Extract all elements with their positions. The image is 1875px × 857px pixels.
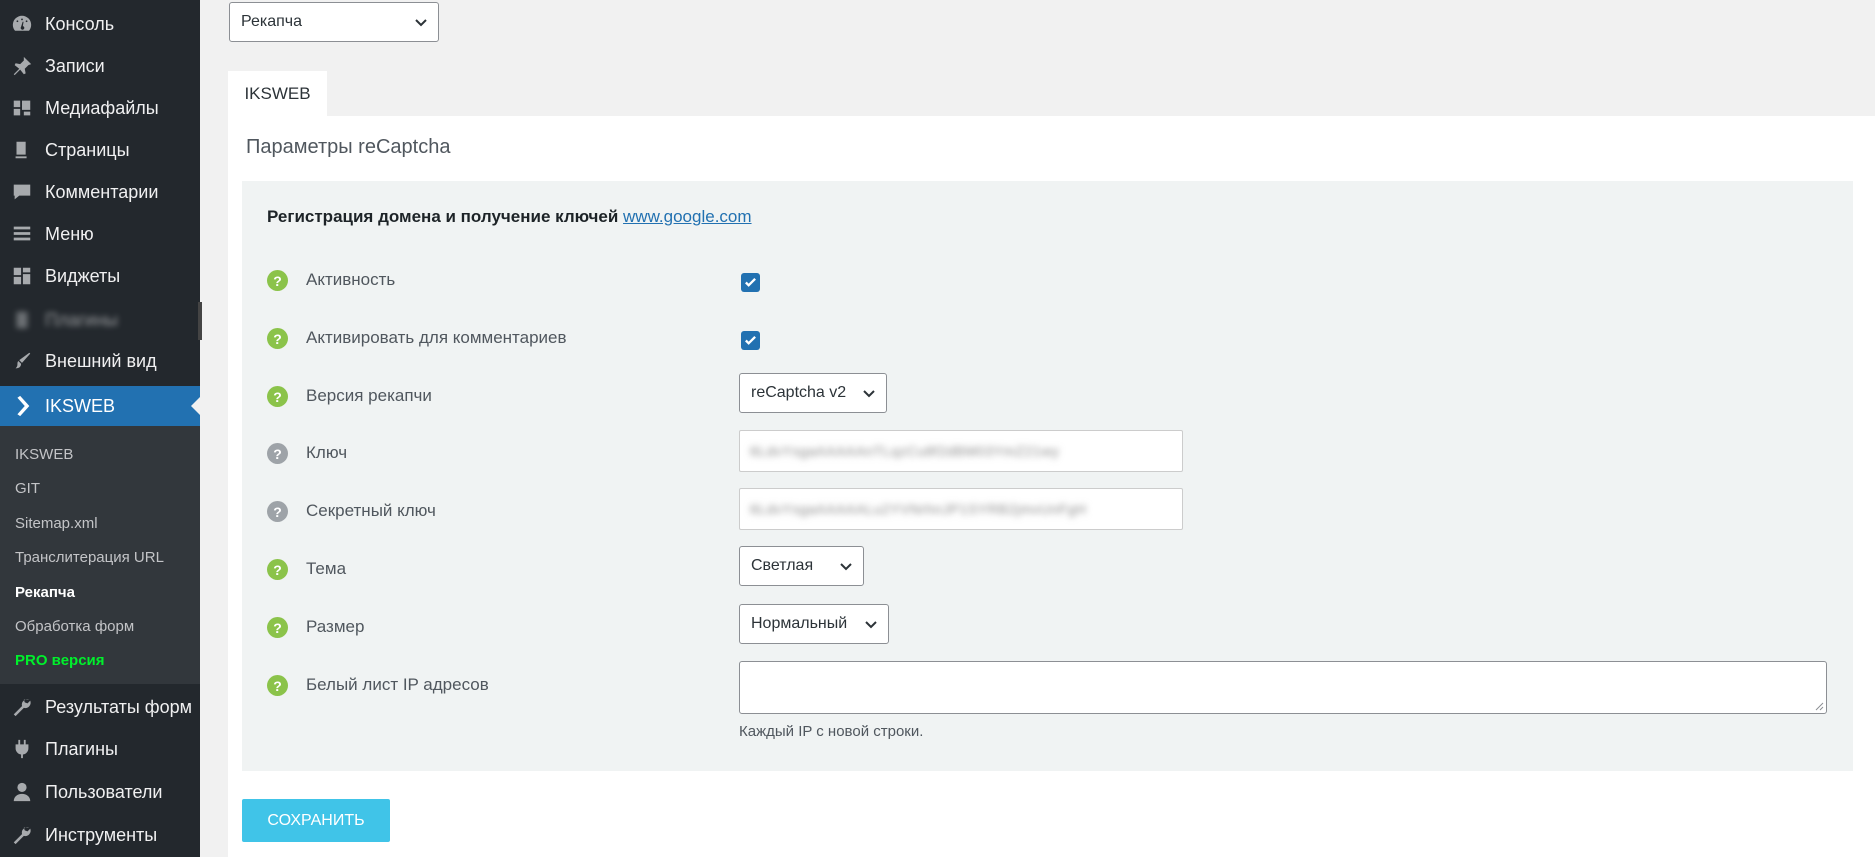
help-icon[interactable]: ? — [267, 270, 288, 291]
chevron-down-icon — [839, 559, 853, 573]
save-button[interactable]: СОХРАНИТЬ — [242, 799, 390, 842]
menu-label: Плагины — [45, 309, 118, 330]
menu-label: Плагины — [45, 738, 118, 759]
label-version: Версия рекапчи — [306, 386, 432, 405]
menu-label: Меню — [45, 223, 94, 244]
label-secret: Секретный ключ — [306, 501, 436, 520]
menu-item-posts[interactable]: Записи — [0, 46, 200, 86]
site-key-input[interactable]: 6LdvYsgaAAAAAnTLqzCu8f2dBM03YmZ21wy — [739, 430, 1183, 472]
submenu-item-translit[interactable]: Транслитерация URL — [15, 549, 164, 566]
help-icon[interactable]: ? — [267, 675, 288, 696]
menu-item-form-results[interactable]: Результаты форм — [0, 687, 200, 727]
menu-label: Консоль — [45, 13, 115, 34]
label-theme: Тема — [306, 559, 347, 578]
secret-key-input[interactable]: 6LdvYsgaAAAAALu2YVNrhnJP1SYRB2jmvUnFgH — [739, 488, 1183, 530]
admin-sidebar: Консоль Записи Медиафайлы Страницы Комме… — [0, 0, 202, 857]
menu-item-media[interactable]: Медиафайлы — [0, 88, 200, 128]
dashboard-icon — [10, 12, 34, 36]
label-comments: Активировать для комментариев — [306, 328, 567, 347]
submenu-item-git[interactable]: GIT — [15, 480, 40, 497]
site-key-value: 6LdvYsgaAAAAAnTLqzCu8f2dBM03YmZ21wy — [750, 443, 1060, 459]
help-icon[interactable]: ? — [267, 386, 288, 407]
settings-panel: Параметры reCaptcha Регистрация домена и… — [228, 116, 1875, 857]
iksweb-submenu: IKSWEB GIT Sitemap.xml Транслитерация UR… — [0, 426, 200, 684]
menu-label: Медиафайлы — [45, 97, 159, 118]
pin-icon — [10, 54, 34, 78]
menu-label: IKSWEB — [45, 395, 116, 416]
page-select-value: Рекапча — [241, 13, 303, 30]
menu-item-iksweb[interactable]: IKSWEB — [0, 386, 200, 426]
version-select[interactable]: reCaptcha v2 — [739, 373, 887, 413]
menu-item-users[interactable]: Пользователи — [0, 772, 200, 812]
submenu-item-pro[interactable]: PRO версия — [15, 652, 105, 669]
media-icon — [10, 96, 34, 120]
help-icon[interactable]: ? — [267, 559, 288, 580]
version-select-value: reCaptcha v2 — [751, 384, 847, 401]
submenu-item-iksweb[interactable]: IKSWEB — [15, 446, 73, 463]
menu-label: Внешний вид — [45, 350, 157, 371]
menu-item-widgets[interactable]: Виджеты — [0, 256, 200, 296]
size-select[interactable]: Нормальный — [739, 604, 889, 644]
menu-label: Инструменты — [45, 824, 158, 845]
help-icon[interactable]: ? — [267, 328, 288, 349]
appearance-icon — [10, 349, 34, 373]
menu-label: Результаты форм — [45, 696, 193, 717]
menu-label: Виджеты — [45, 265, 121, 286]
menu-item-pages[interactable]: Страницы — [0, 130, 200, 170]
pages-icon — [10, 138, 34, 162]
size-select-value: Нормальный — [751, 615, 848, 632]
menu-item-tools[interactable]: Инструменты — [0, 815, 200, 855]
chevron-down-icon — [414, 15, 428, 29]
menu-item-comments[interactable]: Комментарии — [0, 172, 200, 212]
tab-iksweb[interactable]: IKSWEB — [228, 71, 327, 116]
google-link[interactable]: www.google.com — [623, 207, 752, 226]
label-size: Размер — [306, 617, 365, 636]
page-select[interactable]: Рекапча — [229, 2, 439, 42]
menu-label: Комментарии — [45, 181, 159, 202]
registration-label: Регистрация домена и получение ключей — [267, 207, 624, 226]
secret-key-value: 6LdvYsgaAAAAALu2YVNrhnJP1SYRB2jmvUnFgH — [750, 501, 1087, 517]
menu-item-appearance[interactable]: Внешний вид — [0, 341, 200, 381]
chevron-down-icon — [864, 617, 878, 631]
widgets-icon — [10, 264, 34, 288]
menu-item-plugins[interactable]: Плагины — [0, 729, 200, 769]
theme-select[interactable]: Светлая — [739, 546, 864, 586]
menu-item-menus[interactable]: Меню — [0, 214, 200, 254]
recaptcha-settings-box: Регистрация домена и получение ключей ww… — [242, 181, 1853, 771]
menu-item-plugins-hidden[interactable]: Плагины — [0, 300, 200, 340]
submenu-item-forms[interactable]: Обработка форм — [15, 618, 134, 635]
submenu-item-sitemap[interactable]: Sitemap.xml — [15, 515, 98, 532]
checkmark-icon — [745, 335, 756, 345]
help-icon[interactable]: ? — [267, 617, 288, 638]
help-icon[interactable]: ? — [267, 443, 288, 464]
user-icon — [10, 780, 34, 804]
main-content: Рекапча IKSWEB Параметры reCaptcha Регис… — [200, 0, 1875, 857]
label-whitelist: Белый лист IP адресов — [306, 675, 489, 694]
whitelist-hint: Каждый IP с новой строки. — [739, 723, 924, 740]
plugin-icon — [10, 737, 34, 761]
menu-label: Страницы — [45, 139, 130, 160]
checkmark-icon — [745, 277, 756, 287]
label-active: Активность — [306, 270, 396, 289]
menu-item-console[interactable]: Консоль — [0, 4, 200, 44]
help-icon[interactable]: ? — [267, 501, 288, 522]
chevron-right-icon — [10, 394, 34, 418]
registration-text: Регистрация домена и получение ключей ww… — [267, 207, 752, 227]
chevron-down-icon — [862, 386, 876, 400]
menu-label: Записи — [45, 55, 105, 76]
submenu-item-recaptcha[interactable]: Рекапча — [15, 584, 75, 601]
tools-icon — [10, 823, 34, 847]
menu-list-icon — [10, 222, 34, 246]
theme-select-value: Светлая — [751, 557, 814, 574]
whitelist-textarea[interactable] — [739, 661, 1827, 714]
section-title: Параметры reCaptcha — [246, 136, 451, 158]
comments-checkbox[interactable] — [741, 331, 760, 350]
resize-grip-icon[interactable] — [1815, 702, 1824, 711]
plugin-icon — [10, 308, 34, 332]
menu-label: Пользователи — [45, 781, 163, 802]
label-key: Ключ — [306, 443, 348, 462]
active-checkbox[interactable] — [741, 273, 760, 292]
wrench-icon — [10, 695, 34, 719]
comment-icon — [10, 180, 34, 204]
